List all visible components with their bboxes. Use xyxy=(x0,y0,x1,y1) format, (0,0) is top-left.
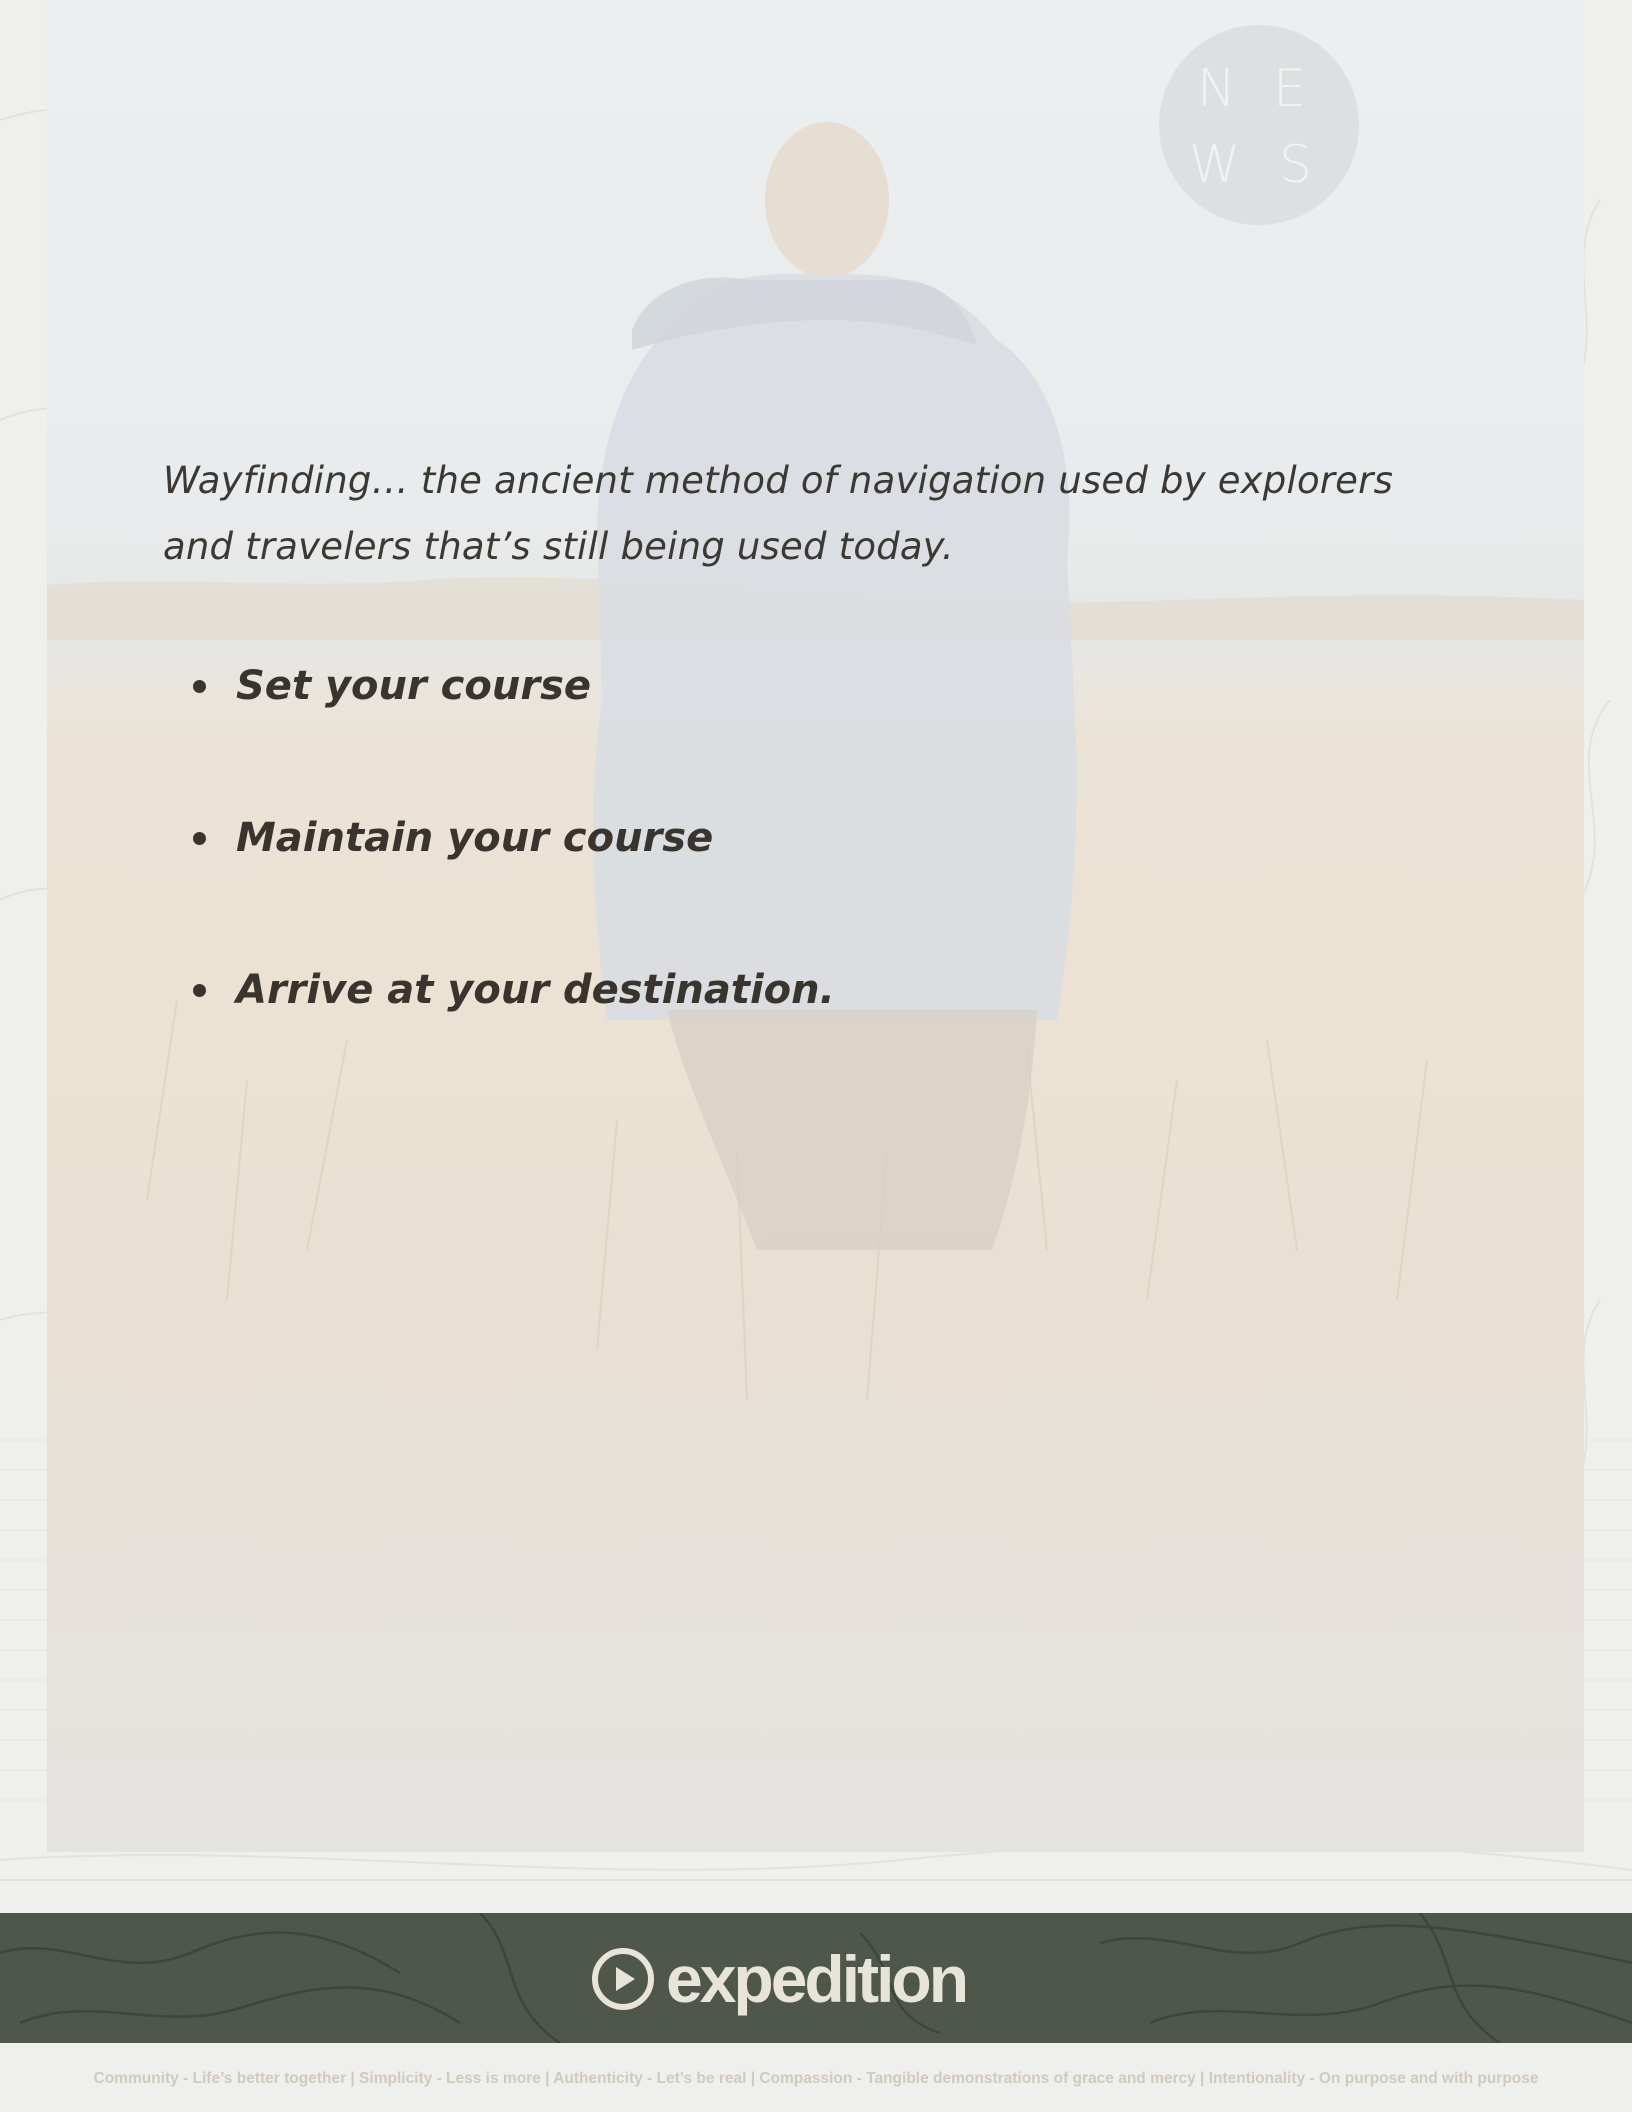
list-item: Arrive at your destination. xyxy=(163,964,1463,1116)
intro-paragraph: Wayfinding… the ancient method of naviga… xyxy=(163,459,1394,568)
wayfinding-steps-list: Set your course Maintain your course Arr… xyxy=(163,660,1463,1116)
compass-letter-s: S xyxy=(1279,135,1313,195)
logo-wordmark: expedition xyxy=(666,1942,969,2016)
core-values-line: Community - Life’s better together | Sim… xyxy=(93,2070,1539,2087)
main-content: Wayfinding… the ancient method of naviga… xyxy=(163,448,1463,1116)
play-circle-icon xyxy=(592,1948,654,2010)
compass-badge: N E W S xyxy=(1159,25,1359,225)
compass-letter-n: N xyxy=(1197,59,1236,119)
list-item: Maintain your course xyxy=(163,812,1463,964)
step-label: Set your course xyxy=(236,663,591,709)
step-label: Arrive at your destination. xyxy=(236,967,835,1013)
footer-band: expedition xyxy=(0,1913,1632,2043)
bullet-icon xyxy=(193,984,206,997)
compass-letter-e: E xyxy=(1273,59,1306,119)
flyer-page: N E W S Wayfinding… the ancient method o… xyxy=(0,0,1632,2112)
compass-letter-w: W xyxy=(1189,135,1241,195)
expedition-logo: expedition xyxy=(592,1942,969,2016)
list-item: Set your course xyxy=(163,660,1463,812)
step-label: Maintain your course xyxy=(236,815,714,861)
bullet-icon xyxy=(193,680,206,693)
bullet-icon xyxy=(193,832,206,845)
